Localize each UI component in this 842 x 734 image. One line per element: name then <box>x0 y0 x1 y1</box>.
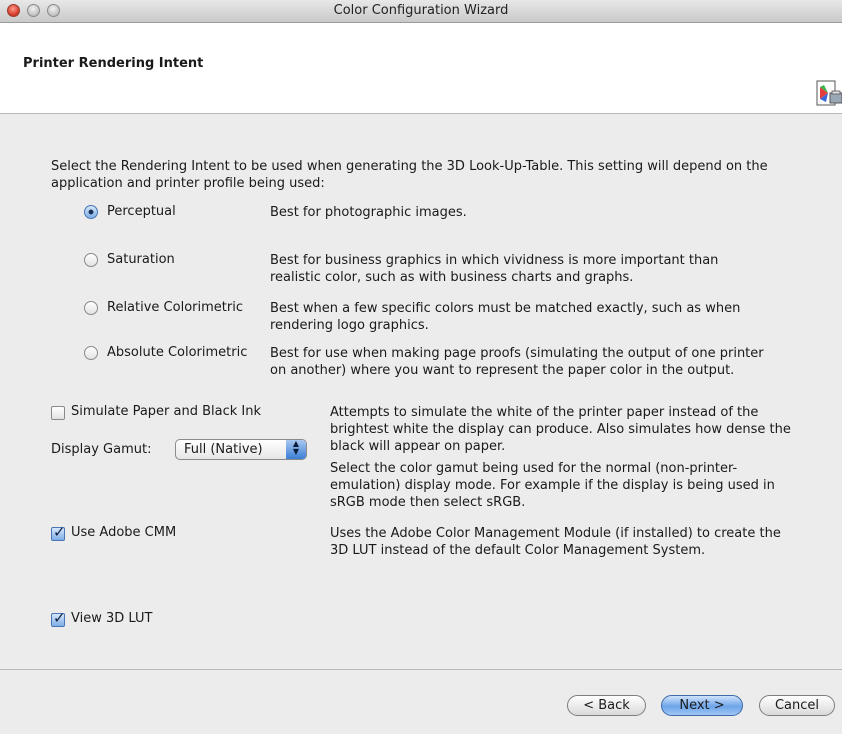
wizard-content: Select the Rendering Intent to be used w… <box>0 114 842 669</box>
checkmark-icon: ✓ <box>53 609 66 627</box>
absolute-colorimetric-radio[interactable] <box>84 346 98 360</box>
adobe-cmm-description: Uses the Adobe Color Management Module (… <box>330 526 781 558</box>
intent-description: Best for use when making page proofs (si… <box>270 346 764 378</box>
simulate-paper-label[interactable]: Simulate Paper and Black Ink <box>71 404 261 419</box>
back-button[interactable]: < Back <box>567 695 646 716</box>
intent-label[interactable]: Saturation <box>107 252 175 267</box>
intent-description: Best for business graphics in which vivi… <box>270 253 719 285</box>
intent-label[interactable]: Absolute Colorimetric <box>107 345 247 360</box>
simulate-paper-description: Attempts to simulate the white of the pr… <box>330 405 791 454</box>
checkmark-icon: ✓ <box>53 523 66 541</box>
relative-colorimetric-radio[interactable] <box>84 301 98 315</box>
adobe-cmm-label[interactable]: Use Adobe CMM <box>71 525 176 540</box>
wizard-footer: < Back Next > Cancel <box>0 669 842 734</box>
display-gamut-select[interactable]: Full (Native) ▲ ▼ <box>175 439 307 460</box>
window-title: Color Configuration Wizard <box>333 3 509 18</box>
view-lut-label[interactable]: View 3D LUT <box>71 611 152 626</box>
adobe-cmm-checkbox[interactable]: ✓ <box>51 523 66 541</box>
wizard-header: Printer Rendering Intent <box>0 23 842 114</box>
display-gamut-description: Select the color gamut being used for th… <box>330 461 775 510</box>
intent-label[interactable]: Perceptual <box>107 204 176 219</box>
color-wizard-icon <box>814 79 842 113</box>
intent-label[interactable]: Relative Colorimetric <box>107 300 243 315</box>
select-arrows-icon: ▲ ▼ <box>286 440 306 459</box>
intro-text: Select the Rendering Intent to be used w… <box>51 159 768 191</box>
saturation-radio[interactable] <box>84 253 98 267</box>
page-title: Printer Rendering Intent <box>23 56 204 71</box>
title-bar[interactable]: Color Configuration Wizard <box>0 0 842 23</box>
next-button[interactable]: Next > <box>661 695 743 716</box>
display-gamut-label: Display Gamut: <box>51 442 152 457</box>
wizard-window: Color Configuration Wizard Printer Rende… <box>0 0 842 734</box>
display-gamut-value: Full (Native) <box>184 442 263 457</box>
cancel-button[interactable]: Cancel <box>759 695 835 716</box>
view-lut-checkbox[interactable]: ✓ <box>51 609 66 627</box>
intent-description: Best when a few specific colors must be … <box>270 301 741 333</box>
intent-description: Best for photographic images. <box>270 205 467 220</box>
perceptual-radio[interactable] <box>84 205 98 219</box>
simulate-paper-checkbox[interactable] <box>51 406 65 420</box>
